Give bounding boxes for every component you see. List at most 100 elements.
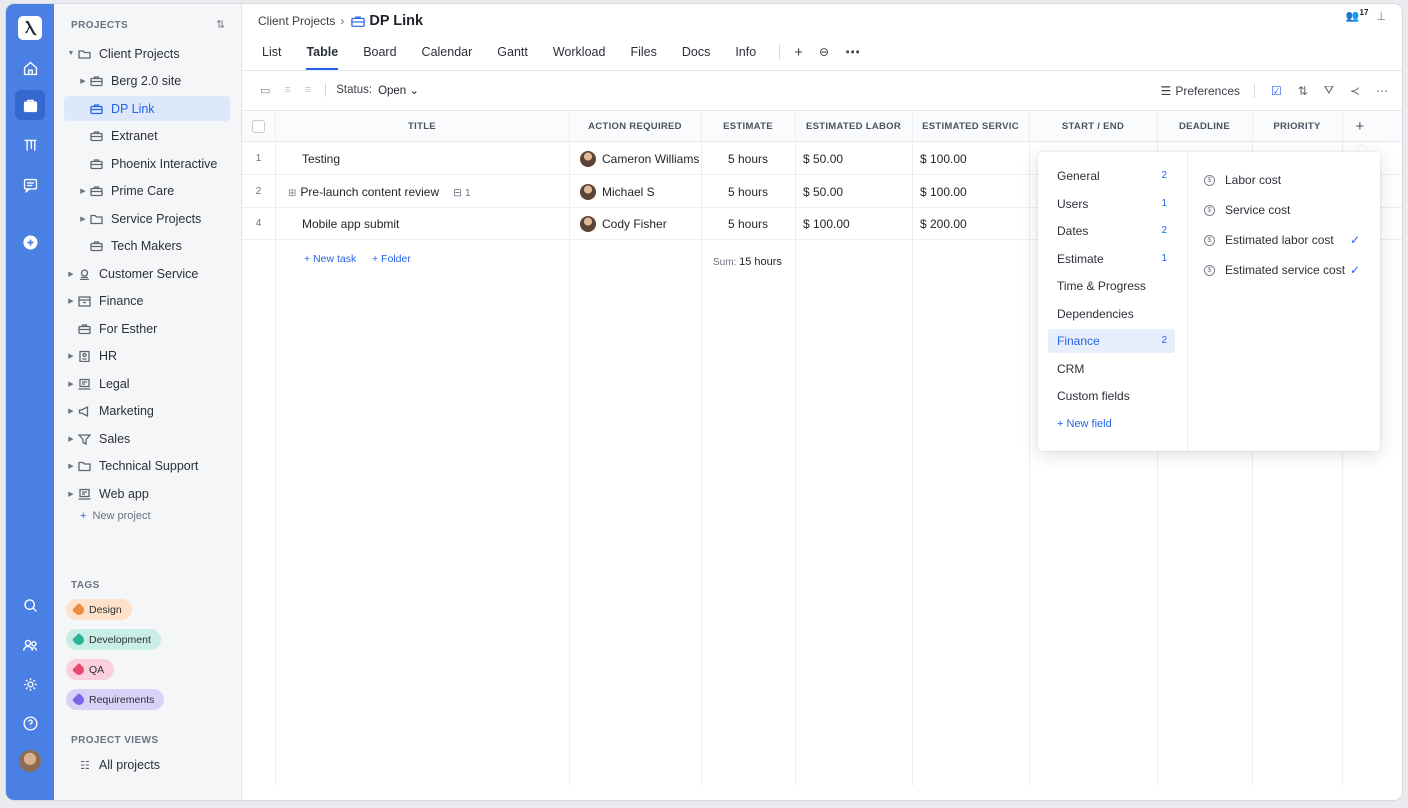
- status-filter-dropdown[interactable]: Open ⌄: [378, 83, 419, 97]
- service-cell[interactable]: $ 100.00: [920, 176, 967, 208]
- preferences-button[interactable]: Preferences: [1175, 84, 1240, 98]
- column-header-estimated-labor[interactable]: ESTIMATED LABOR: [795, 112, 912, 142]
- field-category-custom-fields[interactable]: Custom fields: [1048, 384, 1175, 408]
- tab-list[interactable]: List: [262, 42, 281, 70]
- breadcrumb-parent[interactable]: Client Projects: [258, 14, 335, 28]
- sort-icon[interactable]: ⇅: [1298, 84, 1308, 98]
- sidebar-item-tech-makers[interactable]: Tech Makers: [64, 234, 230, 259]
- task-title[interactable]: Mobile app submit: [302, 208, 399, 240]
- column-header-priority[interactable]: PRIORITY: [1252, 112, 1342, 142]
- expand-subtasks-icon[interactable]: ⊞: [288, 188, 296, 199]
- users-icon[interactable]: [15, 630, 45, 660]
- sidebar-item-hr[interactable]: ▶ HR: [64, 344, 230, 369]
- all-projects-item[interactable]: ☷ All projects: [80, 758, 160, 772]
- column-header-estimated-servic[interactable]: ESTIMATED SERVIC: [912, 112, 1029, 142]
- select-all-checkbox[interactable]: [252, 120, 265, 133]
- column-header-title[interactable]: TITLE: [275, 112, 569, 142]
- field-option-labor-cost[interactable]: $ Labor cost: [1204, 168, 1364, 192]
- pin-icon[interactable]: ⊥: [1376, 11, 1386, 23]
- collapse-icon[interactable]: ≡: [305, 84, 311, 96]
- field-category-finance[interactable]: Finance 2: [1048, 329, 1175, 353]
- more-icon[interactable]: ⋯: [845, 43, 860, 61]
- sidebar-item-extranet[interactable]: Extranet: [64, 124, 230, 149]
- add-circle-icon[interactable]: [15, 227, 45, 257]
- tag-design[interactable]: Design: [66, 599, 132, 620]
- expand-caret-icon[interactable]: ▶: [66, 435, 76, 443]
- task-title[interactable]: ⊞ Pre-launch content review ⊟ 1: [288, 176, 471, 208]
- assignee[interactable]: Michael S: [580, 176, 655, 208]
- field-category-dates[interactable]: Dates 2: [1048, 219, 1175, 243]
- sidebar-item-dp-link[interactable]: DP Link: [64, 96, 230, 121]
- sidebar-item-for-esther[interactable]: For Esther: [64, 316, 230, 341]
- field-category-users[interactable]: Users 1: [1048, 192, 1175, 216]
- card-view-icon[interactable]: ▭: [260, 84, 270, 97]
- service-cell[interactable]: $ 200.00: [920, 208, 967, 240]
- expand-caret-icon[interactable]: ▼: [66, 50, 76, 57]
- new-project-link[interactable]: + New project: [80, 510, 151, 522]
- checkbox-toggle-icon[interactable]: ☑: [1271, 84, 1282, 98]
- share-icon[interactable]: ≺: [1350, 84, 1360, 98]
- projects-icon[interactable]: [15, 90, 45, 120]
- filter-icon[interactable]: ⛛: [1324, 83, 1334, 98]
- field-category-dependencies[interactable]: Dependencies: [1048, 302, 1175, 326]
- expand-icon[interactable]: ≡: [284, 84, 290, 96]
- field-option-service-cost[interactable]: $ Service cost: [1204, 198, 1364, 222]
- expand-caret-icon[interactable]: ▶: [78, 77, 88, 85]
- sidebar-item-marketing[interactable]: ▶ Marketing: [64, 399, 230, 424]
- expand-caret-icon[interactable]: ▶: [78, 215, 88, 223]
- service-cell[interactable]: $ 100.00: [920, 143, 967, 175]
- tab-info[interactable]: Info: [735, 42, 756, 70]
- tab-board[interactable]: Board: [363, 42, 396, 70]
- chat-icon[interactable]: [15, 170, 45, 200]
- help-icon[interactable]: [15, 708, 45, 738]
- sidebar-item-finance[interactable]: ▶ Finance: [64, 289, 230, 314]
- labor-cell[interactable]: $ 50.00: [803, 143, 843, 175]
- estimate-cell[interactable]: 5 hours: [701, 208, 795, 240]
- add-view-icon[interactable]: +: [794, 44, 803, 61]
- column-header-action-required[interactable]: ACTION REQUIRED: [569, 112, 701, 142]
- sidebar-item-phoenix-interactive[interactable]: Phoenix Interactive: [64, 151, 230, 176]
- subtask-count[interactable]: ⊟ 1: [453, 187, 471, 199]
- tab-gantt[interactable]: Gantt: [497, 42, 528, 70]
- sidebar-item-service-projects[interactable]: ▶ Service Projects: [64, 206, 230, 231]
- tab-calendar[interactable]: Calendar: [422, 42, 473, 70]
- sidebar-item-web-app[interactable]: ▶ Web app: [64, 481, 230, 506]
- expand-caret-icon[interactable]: ▶: [66, 352, 76, 360]
- tab-files[interactable]: Files: [630, 42, 656, 70]
- field-option-estimated-service-cost[interactable]: $ Estimated service cost ✓: [1204, 258, 1364, 282]
- user-avatar[interactable]: [19, 750, 41, 772]
- more-icon[interactable]: ⋯: [1376, 84, 1388, 98]
- sidebar-item-customer-service[interactable]: ▶ Customer Service: [64, 261, 230, 286]
- gear-icon[interactable]: [15, 669, 45, 699]
- expand-caret-icon[interactable]: ▶: [78, 187, 88, 195]
- field-option-estimated-labor-cost[interactable]: $ Estimated labor cost ✓: [1204, 228, 1364, 252]
- sidebar-item-legal[interactable]: ▶ Legal: [64, 371, 230, 396]
- chat-bubble-icon[interactable]: ⊖: [819, 45, 829, 59]
- column-header-start-end[interactable]: START / END: [1029, 112, 1157, 142]
- labor-cell[interactable]: $ 50.00: [803, 176, 843, 208]
- task-title[interactable]: Testing: [302, 143, 340, 175]
- sort-icon[interactable]: ⇅: [216, 18, 225, 31]
- expand-caret-icon[interactable]: ▶: [66, 407, 76, 415]
- expand-caret-icon[interactable]: ▶: [66, 380, 76, 388]
- new-folder-link[interactable]: + Folder: [372, 253, 411, 265]
- tag-development[interactable]: Development: [66, 629, 161, 650]
- sidebar-item-prime-care[interactable]: ▶ Prime Care: [64, 179, 230, 204]
- field-category-crm[interactable]: CRM: [1048, 357, 1175, 381]
- field-category-estimate[interactable]: Estimate 1: [1048, 247, 1175, 271]
- new-field-button[interactable]: + New field: [1048, 412, 1175, 436]
- tag-qa[interactable]: QA: [66, 659, 115, 680]
- estimate-cell[interactable]: 5 hours: [701, 176, 795, 208]
- labor-cell[interactable]: $ 100.00: [803, 208, 850, 240]
- assignee[interactable]: Cody Fisher: [580, 208, 667, 240]
- home-icon[interactable]: [15, 53, 45, 83]
- expand-caret-icon[interactable]: ▶: [66, 297, 76, 305]
- sidebar-item-berg-2-0-site[interactable]: ▶ Berg 2.0 site: [64, 69, 230, 94]
- app-logo[interactable]: Ⲗ: [18, 16, 42, 40]
- expand-caret-icon[interactable]: ▶: [66, 490, 76, 498]
- field-category-time-progress[interactable]: Time & Progress: [1048, 274, 1175, 298]
- search-icon[interactable]: [15, 590, 45, 620]
- sidebar-item-technical-support[interactable]: ▶ Technical Support: [64, 454, 230, 479]
- new-task-link[interactable]: + New task: [304, 253, 356, 265]
- sidebar-item-client-projects[interactable]: ▼ Client Projects: [64, 41, 230, 66]
